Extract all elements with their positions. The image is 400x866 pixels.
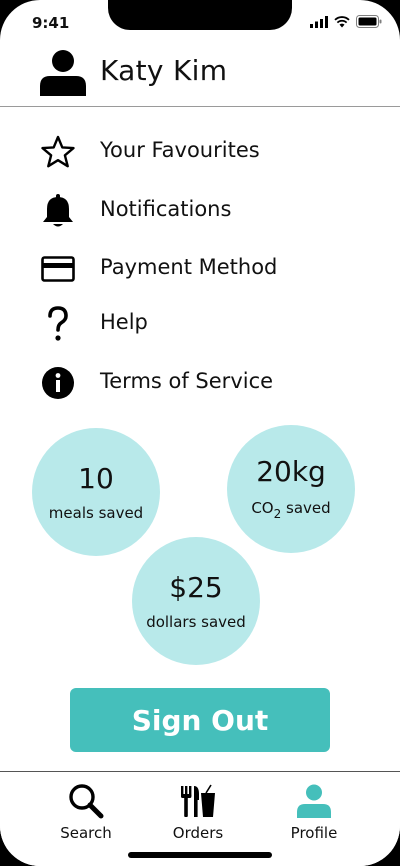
- user-icon: [40, 50, 86, 96]
- notch: [108, 0, 292, 30]
- home-indicator: [128, 852, 272, 858]
- co2-label: CO2: [251, 499, 282, 521]
- tab-label: Orders: [172, 824, 224, 842]
- info-icon: [40, 365, 76, 401]
- tab-label: Search: [60, 824, 112, 842]
- profile-header: Katy Kim: [0, 44, 400, 107]
- profile-name: Katy Kim: [100, 54, 228, 87]
- star-icon: [40, 134, 76, 170]
- battery-icon: [356, 15, 382, 28]
- stat-meals-saved: 10 meals saved: [32, 428, 160, 556]
- stat-dollars-saved: $25 dollars saved: [132, 537, 260, 665]
- tab-search[interactable]: Search: [31, 780, 141, 848]
- tab-profile[interactable]: Profile: [259, 780, 369, 848]
- stat-value: 10: [78, 462, 114, 495]
- menu-label: Help: [100, 310, 148, 334]
- stat-value: 20kg: [256, 455, 326, 488]
- wifi-icon: [334, 15, 350, 27]
- status-time: 9:41: [32, 14, 70, 32]
- menu-label: Your Favourites: [100, 138, 260, 162]
- menu-item-favourites[interactable]: Your Favourites: [0, 126, 400, 178]
- menu-label: Payment Method: [100, 255, 278, 279]
- bell-icon: [40, 193, 76, 229]
- stat-label: meals saved: [48, 504, 144, 522]
- tab-orders[interactable]: Orders: [143, 780, 253, 848]
- search-icon: [31, 780, 141, 822]
- sign-out-button[interactable]: Sign Out: [70, 688, 330, 752]
- stat-value: $25: [169, 571, 223, 604]
- menu-item-terms-of-service[interactable]: Terms of Service: [0, 357, 400, 409]
- user-icon: [259, 780, 369, 822]
- status-bar: 9:41: [0, 0, 400, 44]
- stat-label: CO2 saved: [251, 499, 331, 521]
- menu-label: Notifications: [100, 197, 232, 221]
- tab-label: Profile: [290, 824, 338, 842]
- menu-item-payment-method[interactable]: Payment Method: [0, 243, 400, 295]
- cellular-signal-icon: [310, 15, 328, 28]
- question-icon: [40, 306, 76, 342]
- cutlery-drink-icon: [143, 780, 253, 822]
- stat-label: dollars saved: [146, 613, 246, 631]
- menu-item-notifications[interactable]: Notifications: [0, 185, 400, 237]
- stat-co2-saved: 20kg CO2 saved: [227, 425, 355, 553]
- menu-item-help[interactable]: Help: [0, 298, 400, 350]
- status-icons: [310, 15, 382, 28]
- credit-card-icon: [40, 251, 76, 287]
- menu-label: Terms of Service: [100, 369, 274, 393]
- phone-screen: 9:41 Katy Kim Your Favourites Notificati…: [0, 0, 400, 866]
